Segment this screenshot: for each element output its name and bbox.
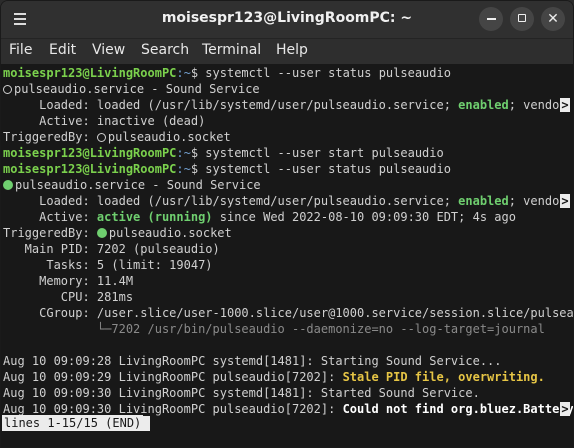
active-label: Active:	[3, 210, 97, 224]
circle-outline-icon	[3, 85, 12, 94]
running-label: active (running)	[96, 210, 213, 224]
menu-terminal[interactable]: Terminal	[202, 42, 261, 58]
prompt-user-host: moisespr123@LivingRoomPC	[3, 162, 177, 176]
pager-status: lines 1-15/15 (END)	[2, 415, 144, 431]
overflow-marker: >	[560, 402, 570, 416]
triggered-label: TriggeredBy:	[3, 226, 97, 240]
active-line: Active: inactive (dead)	[3, 114, 206, 128]
menu-view[interactable]: View	[92, 42, 125, 58]
title-bar[interactable]: moisespr123@LivingRoomPC: ~ ✕	[1, 1, 573, 39]
log-line: Aug 10 09:09:28 LivingRoomPC systemd[148…	[3, 354, 502, 368]
prompt-path: :~	[176, 66, 191, 80]
maximize-icon[interactable]	[510, 7, 534, 31]
menu-file[interactable]: File	[9, 42, 32, 58]
overflow-marker: >	[560, 194, 570, 208]
triggered-label: TriggeredBy:	[3, 130, 97, 144]
prompt-symbol: $	[190, 66, 199, 80]
command-line: moisespr123@LivingRoomPC:~$ systemctl --…	[3, 65, 573, 81]
prompt-user-host: moisespr123@LivingRoomPC	[3, 66, 177, 80]
loaded-text: Loaded: loaded (/usr/lib/systemd/user/pu…	[3, 194, 459, 208]
service-header: pulseaudio.service - Sound Service	[3, 177, 573, 193]
socket-name: pulseaudio.socket	[107, 130, 231, 144]
loaded-text: Loaded: loaded (/usr/lib/systemd/user/pu…	[3, 98, 459, 112]
menu-help[interactable]: Help	[276, 42, 308, 58]
enabled-label: enabled	[458, 98, 509, 112]
circle-filled-icon	[96, 228, 107, 238]
since-text: since Wed 2022-08-10 09:09:30 EDT; 4s ag…	[212, 210, 516, 224]
log-line: Aug 10 09:09:30 LivingRoomPC systemd[148…	[3, 386, 480, 400]
prompt-path: :~	[176, 146, 191, 160]
loaded-line: Loaded: loaded (/usr/lib/systemd/user/pu…	[3, 97, 573, 113]
loaded-line: Loaded: loaded (/usr/lib/systemd/user/pu…	[3, 193, 573, 209]
terminal-output[interactable]: moisespr123@LivingRoomPC:~$ systemctl --…	[1, 64, 573, 447]
enabled-label: enabled	[458, 194, 509, 208]
service-header: pulseaudio.service - Sound Service	[3, 81, 573, 97]
circle-outline-icon	[96, 133, 106, 142]
memory-line: Memory: 11.4M	[3, 274, 134, 288]
prompt-path: :~	[176, 162, 191, 176]
prompt-symbol: $	[190, 162, 199, 176]
command-text: systemctl --user status pulseaudio	[198, 162, 451, 176]
active-line: Active: active (running) since Wed 2022-…	[3, 209, 573, 225]
menu-bar: File Edit View Search Terminal Help	[1, 39, 573, 63]
command-text: systemctl --user status pulseaudio	[198, 66, 451, 80]
overflow-marker: >	[560, 98, 570, 112]
main-pid-line: Main PID: 7202 (pulseaudio)	[3, 242, 220, 256]
service-name: pulseaudio.service - Sound Service	[15, 178, 261, 192]
menu-edit[interactable]: Edit	[49, 42, 76, 58]
prompt-user-host: moisespr123@LivingRoomPC	[3, 146, 177, 160]
cgroup-line: CGroup: /user.slice/user-1000.slice/user…	[3, 306, 573, 320]
close-icon[interactable]: ✕	[541, 7, 565, 31]
triggered-line: TriggeredBy: pulseaudio.socket	[3, 225, 573, 241]
prompt-symbol: $	[190, 146, 199, 160]
tasks-line: Tasks: 5 (limit: 19047)	[3, 258, 213, 272]
cgroup-child-line: └─7202 /usr/bin/pulseaudio --daemonize=n…	[3, 322, 545, 336]
circle-filled-icon	[3, 180, 13, 190]
command-line: moisespr123@LivingRoomPC:~$ systemctl --…	[3, 161, 573, 177]
command-line: moisespr123@LivingRoomPC:~$ systemctl --…	[3, 145, 573, 161]
terminal-window: moisespr123@LivingRoomPC: ~ ✕ File Edit …	[0, 0, 574, 448]
log-prefix: Aug 10 09:09:29 LivingRoomPC pulseaudio[…	[3, 370, 343, 384]
minimize-icon[interactable]	[479, 7, 503, 31]
log-error: Could not find org.bluez.Battery	[342, 402, 573, 416]
socket-name: pulseaudio.socket	[108, 226, 232, 240]
text-cursor	[142, 416, 150, 431]
service-name: pulseaudio.service - Sound Service	[14, 82, 260, 96]
triggered-line: TriggeredBy: pulseaudio.socket	[3, 129, 573, 145]
menu-search[interactable]: Search	[141, 42, 189, 58]
command-text: systemctl --user start pulseaudio	[198, 146, 444, 160]
log-warning: Stale PID file, overwriting.	[342, 370, 545, 384]
log-prefix: Aug 10 09:09:30 LivingRoomPC pulseaudio[…	[3, 402, 343, 416]
log-line: Aug 10 09:09:29 LivingRoomPC pulseaudio[…	[3, 369, 573, 385]
cpu-line: CPU: 281ms	[3, 290, 134, 304]
